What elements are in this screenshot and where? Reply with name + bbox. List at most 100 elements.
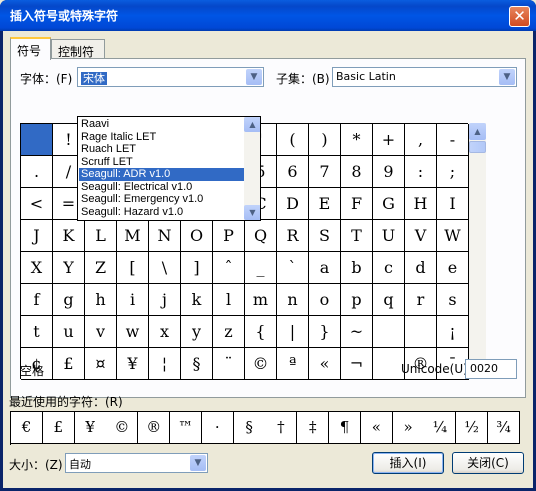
symbol-cell[interactable]: p: [341, 284, 373, 316]
symbol-cell[interactable]: -: [437, 124, 469, 156]
recent-char-cell[interactable]: ¥: [74, 412, 107, 444]
symbol-cell[interactable]: a: [309, 252, 341, 284]
symbol-cell[interactable]: [21, 124, 53, 156]
symbol-cell[interactable]: S: [309, 220, 341, 252]
recent-char-cell[interactable]: ©: [106, 412, 139, 444]
symbol-cell[interactable]: :: [405, 156, 437, 188]
chevron-down-icon[interactable]: ▼: [246, 69, 262, 85]
symbol-cell[interactable]: 6: [277, 156, 309, 188]
recent-char-cell[interactable]: ¶: [329, 412, 361, 444]
symbol-cell[interactable]: `: [277, 252, 309, 284]
symbol-cell[interactable]: [373, 316, 405, 348]
symbol-cell[interactable]: .: [21, 156, 53, 188]
symbol-cell[interactable]: *: [341, 124, 373, 156]
symbol-cell[interactable]: £: [53, 348, 85, 380]
symbol-cell[interactable]: {: [245, 316, 277, 348]
scroll-up-icon[interactable]: ▲: [469, 123, 486, 140]
symbol-cell[interactable]: 8: [341, 156, 373, 188]
symbol-cell[interactable]: 7: [309, 156, 341, 188]
symbol-cell[interactable]: j: [149, 284, 181, 316]
symbol-cell[interactable]: Z: [85, 252, 117, 284]
scroll-thumb[interactable]: [469, 141, 486, 153]
symbol-cell[interactable]: d: [405, 252, 437, 284]
symbol-cell[interactable]: l: [213, 284, 245, 316]
recent-char-cell[interactable]: £: [42, 412, 75, 444]
recent-char-cell[interactable]: ‡: [297, 412, 330, 444]
symbol-cell[interactable]: b: [341, 252, 373, 284]
recent-char-cell[interactable]: ½: [456, 412, 489, 444]
symbol-cell[interactable]: [405, 316, 437, 348]
symbol-cell[interactable]: ¦: [149, 348, 181, 380]
recent-char-cell[interactable]: §: [233, 412, 266, 444]
symbol-cell[interactable]: 9: [373, 156, 405, 188]
symbol-cell[interactable]: K: [53, 220, 85, 252]
tab-symbols[interactable]: 符号: [10, 37, 51, 60]
symbol-cell[interactable]: y: [181, 316, 213, 348]
symbol-cell[interactable]: g: [53, 284, 85, 316]
symbol-cell[interactable]: ): [309, 124, 341, 156]
symbol-cell[interactable]: [: [117, 252, 149, 284]
symbol-cell[interactable]: X: [21, 252, 53, 284]
symbol-cell[interactable]: P: [213, 220, 245, 252]
symbol-cell[interactable]: H: [405, 188, 437, 220]
symbol-cell[interactable]: Y: [53, 252, 85, 284]
symbol-cell[interactable]: v: [85, 316, 117, 348]
symbol-cell[interactable]: }: [309, 316, 341, 348]
symbol-cell[interactable]: +: [373, 124, 405, 156]
symbol-cell[interactable]: \: [149, 252, 181, 284]
symbol-cell[interactable]: ¬: [341, 348, 373, 380]
symbol-cell[interactable]: o: [309, 284, 341, 316]
subset-combo[interactable]: Basic Latin ▼: [332, 67, 517, 87]
symbol-cell[interactable]: r: [405, 284, 437, 316]
tab-control-chars[interactable]: 控制符: [51, 39, 105, 59]
symbol-cell[interactable]: c: [373, 252, 405, 284]
symbol-cell[interactable]: U: [373, 220, 405, 252]
font-option[interactable]: Ruach LET: [79, 143, 244, 156]
dropdown-scrollbar[interactable]: ▲ ▼: [244, 117, 260, 220]
symbol-cell[interactable]: ¡: [437, 316, 469, 348]
size-combo[interactable]: 自动 ▼: [65, 453, 208, 473]
symbol-cell[interactable]: ]: [181, 252, 213, 284]
unicode-field[interactable]: 0020: [465, 359, 517, 379]
symbol-cell[interactable]: M: [117, 220, 149, 252]
chevron-down-icon[interactable]: ▼: [499, 69, 515, 85]
recent-char-cell[interactable]: »: [392, 412, 425, 444]
symbol-cell[interactable]: e: [437, 252, 469, 284]
recent-char-cell[interactable]: ®: [138, 412, 171, 444]
symbol-cell[interactable]: s: [437, 284, 469, 316]
scroll-down-icon[interactable]: ▼: [244, 205, 260, 220]
symbol-cell[interactable]: ¥: [117, 348, 149, 380]
symbol-cell[interactable]: «: [309, 348, 341, 380]
symbol-cell[interactable]: ¤: [85, 348, 117, 380]
symbol-cell[interactable]: w: [117, 316, 149, 348]
symbol-cell[interactable]: |: [277, 316, 309, 348]
font-option[interactable]: Scruff LET: [79, 156, 244, 169]
symbol-cell[interactable]: x: [149, 316, 181, 348]
symbol-cell[interactable]: V: [405, 220, 437, 252]
symbol-cell[interactable]: E: [309, 188, 341, 220]
symbol-cell[interactable]: t: [21, 316, 53, 348]
symbol-cell[interactable]: F: [341, 188, 373, 220]
font-option[interactable]: Seagull: Emergency v1.0: [79, 193, 244, 206]
symbol-cell[interactable]: §: [181, 348, 213, 380]
symbol-cell[interactable]: N: [149, 220, 181, 252]
font-combo[interactable]: 宋体 ▼: [77, 67, 264, 87]
symbol-cell[interactable]: Q: [245, 220, 277, 252]
symbol-cell[interactable]: I: [437, 188, 469, 220]
symbol-cell[interactable]: ¨: [213, 348, 245, 380]
symbol-cell[interactable]: z: [213, 316, 245, 348]
font-option[interactable]: Seagull: ADR v1.0: [79, 168, 244, 181]
recent-char-cell[interactable]: ™: [170, 412, 202, 444]
chevron-down-icon[interactable]: ▼: [190, 455, 206, 471]
font-option[interactable]: Raavi: [79, 118, 244, 131]
close-button[interactable]: 关闭(C): [452, 452, 524, 474]
symbol-cell[interactable]: u: [53, 316, 85, 348]
symbol-cell[interactable]: T: [341, 220, 373, 252]
symbol-cell[interactable]: L: [85, 220, 117, 252]
symbol-cell[interactable]: ˆ: [213, 252, 245, 284]
recent-char-cell[interactable]: †: [265, 412, 298, 444]
font-option[interactable]: Rage Italic LET: [79, 131, 244, 144]
recent-char-cell[interactable]: ·: [201, 412, 234, 444]
recent-char-cell[interactable]: ¾: [488, 412, 520, 444]
symbol-cell[interactable]: m: [245, 284, 277, 316]
